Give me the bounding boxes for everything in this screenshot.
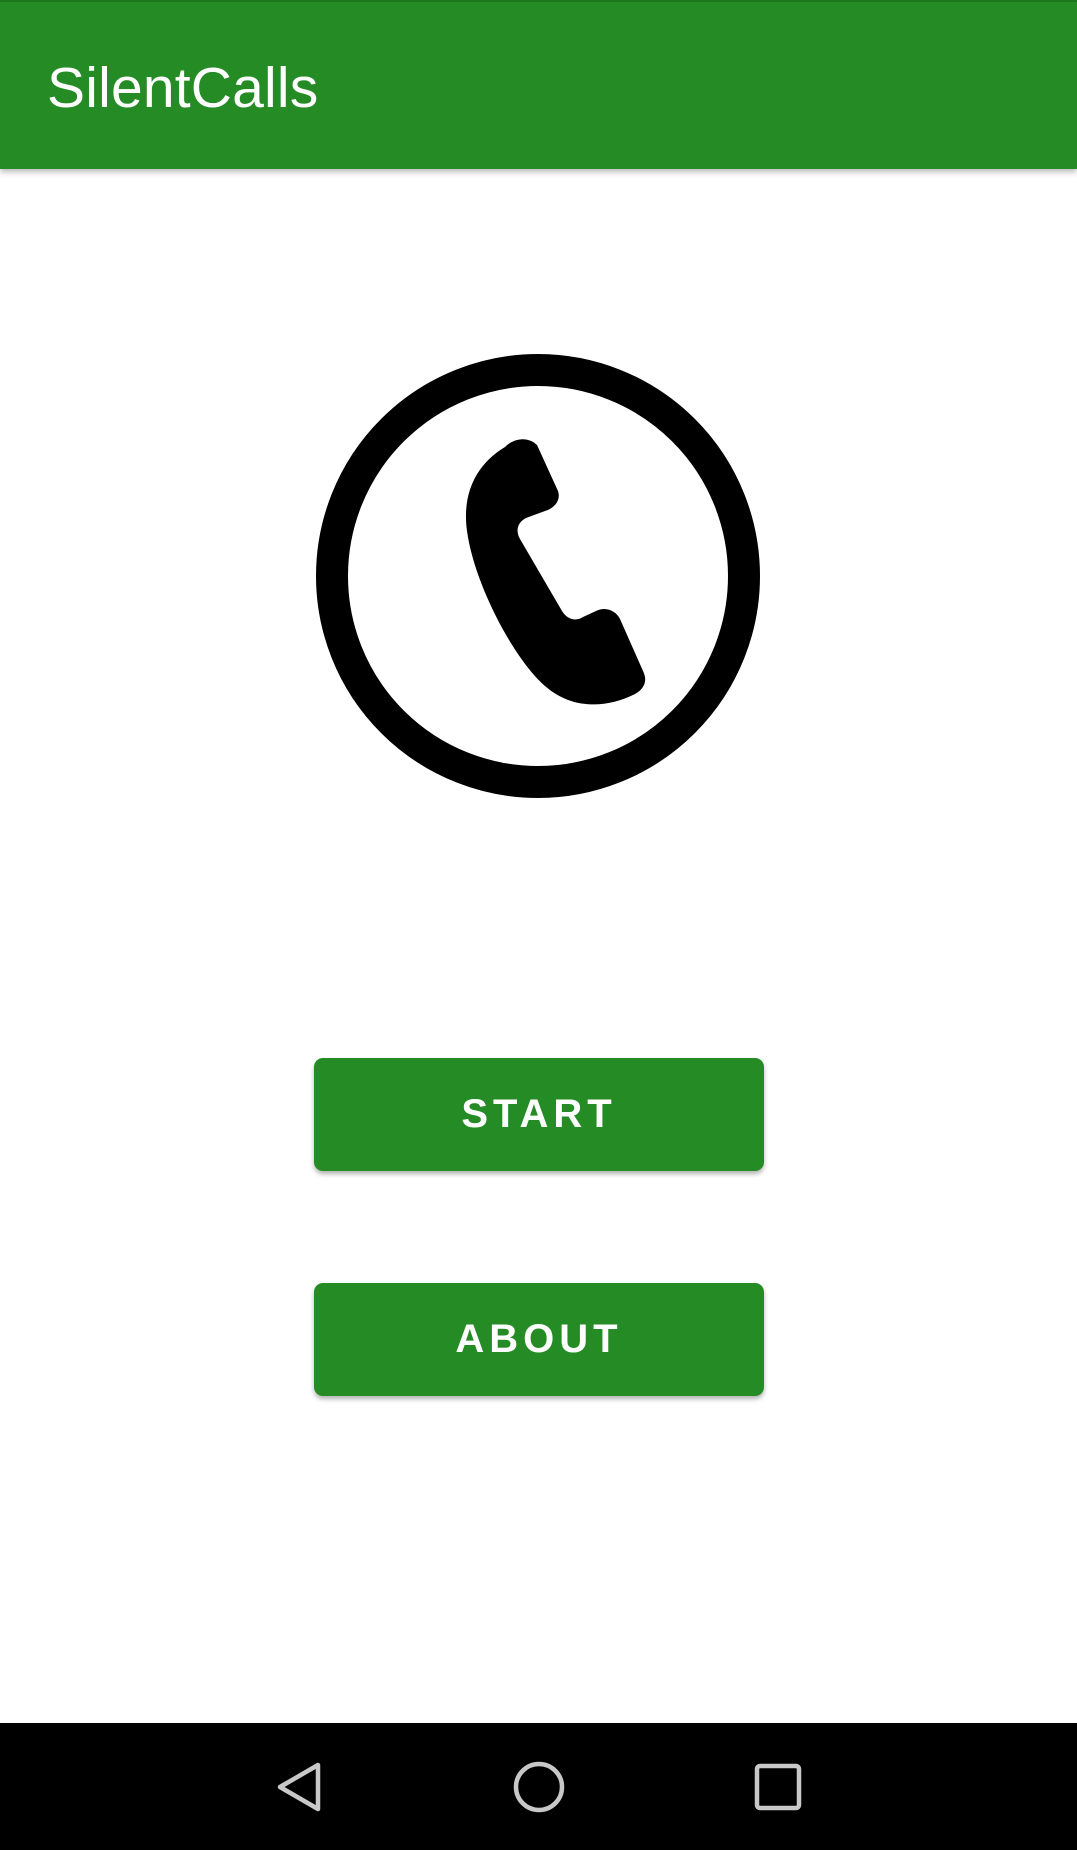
back-triangle-icon	[277, 1762, 321, 1812]
about-button-label: ABOUT	[455, 1317, 623, 1361]
about-button[interactable]: ABOUT	[314, 1283, 764, 1396]
main-content: START ABOUT	[0, 169, 1077, 1723]
start-button-label: START	[461, 1092, 617, 1136]
phone-handset-in-circle-icon	[316, 354, 760, 798]
app-title: SilentCalls	[47, 56, 319, 120]
app-screen: SilentCalls START ABOUT	[0, 0, 1077, 1850]
start-button[interactable]: START	[314, 1058, 764, 1171]
app-toolbar: SilentCalls	[0, 2, 1077, 169]
recents-square-icon	[754, 1763, 802, 1811]
back-button[interactable]	[262, 1749, 338, 1825]
home-circle-icon	[513, 1761, 565, 1813]
recents-button[interactable]	[740, 1749, 816, 1825]
system-navigation-bar	[0, 1723, 1077, 1850]
home-button[interactable]	[501, 1749, 577, 1825]
